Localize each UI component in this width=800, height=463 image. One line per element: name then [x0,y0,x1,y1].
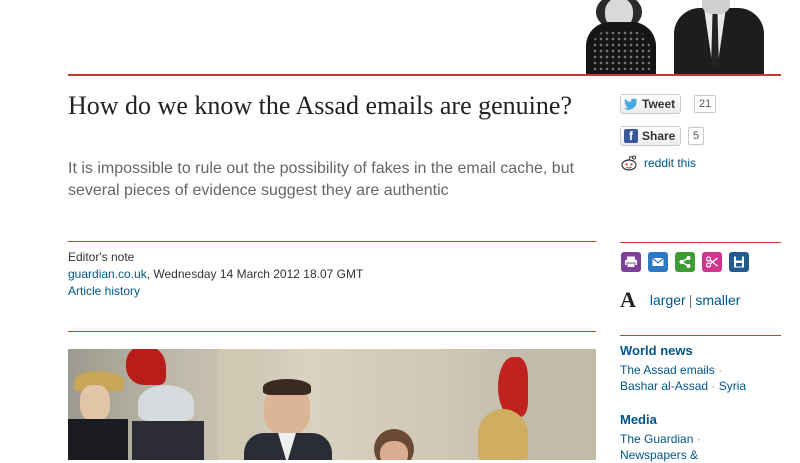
tag-link-bashar-al-assad[interactable]: Bashar al-Assad [620,379,708,393]
share-icon[interactable] [675,252,695,272]
reddit-alien-icon [621,155,637,171]
smaller-text-link[interactable]: smaller [695,292,740,308]
media-links: The Guardian · Newspapers & [620,432,701,462]
article-history-link[interactable]: Article history [68,284,140,298]
meta-bottom-divider [68,331,596,332]
facebook-icon: f [624,129,638,143]
tag-link-assad-emails[interactable]: The Assad emails [620,363,715,377]
reddit-this-link[interactable]: reddit this [620,155,696,171]
world-news-links: The Assad emails · Bashar al-Assad · Syr… [620,363,747,393]
reddit-label: reddit this [644,156,697,170]
text-size-control: A larger | smaller [620,287,740,313]
article-standfirst: It is impossible to rule out the possibi… [68,160,575,199]
media-heading[interactable]: Media [620,412,657,427]
print-icon[interactable] [621,252,641,272]
larger-text-link[interactable]: larger [650,292,686,308]
article-headline: How do we know the Assad emails are genu… [68,91,572,120]
twitter-bird-icon [624,98,638,110]
editors-note-label: Editor's note [68,250,135,264]
header-portrait-image [578,0,783,74]
article-main-photo [68,349,596,460]
text-size-icon: A [620,287,636,312]
source-link[interactable]: guardian.co.uk [68,267,147,281]
portrait-man-face [702,0,730,14]
article-meta: Editor's note guardian.co.uk, Wednesday … [68,249,363,300]
tag-link-the-guardian[interactable]: The Guardian [620,432,693,446]
tag-link-syria[interactable]: Syria [719,379,746,393]
byline-line: guardian.co.uk, Wednesday 14 March 2012 … [68,266,363,283]
facebook-share-count: 5 [688,127,705,145]
save-icon[interactable] [729,252,749,272]
facebook-share-button[interactable]: f Share [620,126,682,146]
portrait-woman-dress-pattern [592,30,650,70]
facebook-share-label: Share [642,129,676,143]
world-news-heading[interactable]: World news [620,343,693,358]
clip-icon[interactable] [702,252,722,272]
tweet-count: 21 [694,95,717,113]
text-size-separator: | [688,292,693,308]
header-divider [68,74,781,76]
tweet-label: Tweet [642,97,676,111]
tweet-button[interactable]: Tweet [620,94,682,114]
dateline: , Wednesday 14 March 2012 18.07 GMT [146,267,364,281]
tools-top-divider [620,242,781,243]
email-icon[interactable] [648,252,668,272]
meta-top-divider [68,241,596,242]
article-tools [621,252,749,272]
sidebar-divider [620,335,781,336]
